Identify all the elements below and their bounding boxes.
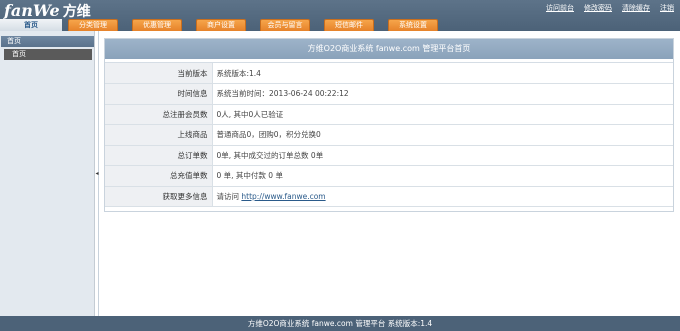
table-row: 当前版本 系统版本:1.4 bbox=[105, 63, 673, 84]
row-label: 当前版本 bbox=[105, 63, 213, 84]
tab-system[interactable]: 系统设置 bbox=[388, 19, 438, 31]
row-label: 总注册会员数 bbox=[105, 104, 213, 125]
fanwe-link[interactable]: http://www.fanwe.com bbox=[241, 192, 325, 201]
page-title: 方维O2O商业系统 fanwe.com 管理平台首页 bbox=[105, 39, 673, 59]
logo-cn: 方维 bbox=[62, 4, 91, 20]
home-tab[interactable]: 首页 bbox=[0, 19, 62, 31]
row-label: 总订单数 bbox=[105, 145, 213, 166]
row-value: 0 单, 其中付款 0 单 bbox=[212, 165, 673, 187]
table-row: 总充值单数 0 单, 其中付款 0 单 bbox=[105, 165, 673, 187]
tab-members[interactable]: 会员与留言 bbox=[260, 19, 310, 31]
top-header: fanWe 方维 访问前台 修改密码 清除缓存 注销 分类管理 优惠管理 商户设置… bbox=[0, 0, 680, 31]
sidebar: 首页 首页 bbox=[0, 31, 95, 316]
visit-frontend-link[interactable]: 访问前台 bbox=[546, 3, 574, 13]
table-row: 获取更多信息 请访问 http://www.fanwe.com bbox=[105, 186, 673, 207]
collapse-arrow-icon[interactable]: ◂ bbox=[95, 170, 99, 177]
logo-latin: fanWe bbox=[4, 1, 60, 20]
tab-merchant[interactable]: 商户设置 bbox=[196, 19, 246, 31]
tab-discount[interactable]: 优惠管理 bbox=[132, 19, 182, 31]
tab-category[interactable]: 分类管理 bbox=[68, 19, 118, 31]
row-label: 获取更多信息 bbox=[105, 186, 213, 207]
dashboard-panel: 方维O2O商业系统 fanwe.com 管理平台首页 当前版本 系统版本:1.4… bbox=[104, 38, 674, 212]
row-value: 0单, 其中成交过的订单总数 0单 bbox=[212, 145, 673, 166]
table-row: 总注册会员数 0人, 其中0人已验证 bbox=[105, 104, 673, 125]
table-row: 上线商品 普通商品0，团购0，积分兑换0 bbox=[105, 124, 673, 146]
row-value: 普通商品0，团购0，积分兑换0 bbox=[212, 124, 673, 146]
table-row: 总订单数 0单, 其中成交过的订单总数 0单 bbox=[105, 145, 673, 166]
row-value: 系统版本:1.4 bbox=[212, 63, 673, 84]
footer: 方维O2O商业系统 fanwe.com 管理平台 系统版本:1.4 bbox=[0, 316, 680, 331]
row-label: 时间信息 bbox=[105, 83, 213, 105]
logout-link[interactable]: 注销 bbox=[660, 3, 674, 13]
row-label: 总充值单数 bbox=[105, 165, 213, 187]
table-row: 时间信息 系统当前时间：2013-06-24 00:22:12 bbox=[105, 83, 673, 105]
tab-sms-email[interactable]: 短信邮件 bbox=[324, 19, 374, 31]
info-table: 当前版本 系统版本:1.4 时间信息 系统当前时间：2013-06-24 00:… bbox=[105, 63, 673, 207]
top-links: 访问前台 修改密码 清除缓存 注销 bbox=[546, 3, 674, 13]
sidebar-item-home[interactable]: 首页 bbox=[4, 49, 92, 60]
clear-cache-link[interactable]: 清除缓存 bbox=[622, 3, 650, 13]
row-value: 请访问 http://www.fanwe.com bbox=[212, 186, 673, 207]
row-value: 0人, 其中0人已验证 bbox=[212, 104, 673, 125]
sidebar-section-title[interactable]: 首页 bbox=[1, 36, 94, 47]
row-label: 上线商品 bbox=[105, 124, 213, 146]
visit-prefix: 请访问 bbox=[216, 191, 242, 201]
main-nav-tabs: 分类管理 优惠管理 商户设置 会员与留言 短信邮件 系统设置 bbox=[68, 19, 438, 31]
row-value: 系统当前时间：2013-06-24 00:22:12 bbox=[212, 83, 673, 105]
change-password-link[interactable]: 修改密码 bbox=[584, 3, 612, 13]
